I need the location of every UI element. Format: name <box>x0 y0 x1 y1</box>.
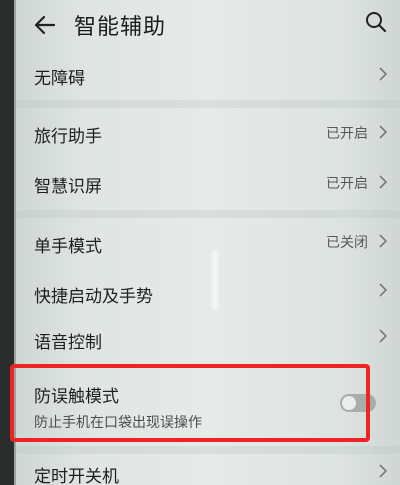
setting-item-label: 旅行助手 <box>34 127 102 147</box>
chevron-right-icon <box>379 464 388 478</box>
chevron-right-icon <box>379 329 388 343</box>
setting-item-accessibility[interactable]: 无障碍 <box>16 56 400 96</box>
section-divider <box>16 100 400 108</box>
chevron-right-icon <box>379 125 388 139</box>
setting-item-status: 已开启 <box>326 176 368 192</box>
section-divider <box>16 210 400 218</box>
app-header: 智能辅助 <box>16 0 400 54</box>
setting-item-label: 单手模式 <box>34 237 102 257</box>
setting-item-label: 定时开关机 <box>34 467 119 485</box>
arrow-left-icon[interactable] <box>32 12 58 38</box>
setting-item-label: 智慧识屏 <box>34 177 102 197</box>
page-title: 智能辅助 <box>74 15 167 40</box>
setting-item-voice-control[interactable]: 语音控制 <box>16 318 400 362</box>
setting-item-label: 语音控制 <box>34 333 102 353</box>
screen-glare <box>212 250 218 310</box>
chevron-right-icon <box>379 283 388 297</box>
setting-item-status: 已关闭 <box>326 235 368 251</box>
chevron-right-icon <box>379 234 388 248</box>
setting-item-quick-launch-gestures[interactable]: 快捷启动及手势 <box>16 270 400 314</box>
highlight-annotation-box <box>10 364 370 442</box>
setting-item-label: 快捷启动及手势 <box>34 287 153 307</box>
chevron-right-icon <box>379 175 388 189</box>
setting-item-smart-screen-recognition[interactable]: 智慧识屏 已开启 <box>16 158 400 202</box>
chevron-right-icon <box>379 67 388 81</box>
search-icon[interactable] <box>364 10 388 34</box>
setting-item-label: 无障碍 <box>34 69 85 89</box>
setting-item-status: 已开启 <box>326 126 368 142</box>
setting-item-one-handed-mode[interactable]: 单手模式 已关闭 <box>16 220 400 264</box>
setting-item-travel-assistant[interactable]: 旅行助手 已开启 <box>16 110 400 154</box>
setting-item-scheduled-power[interactable]: 定时开关机 <box>16 454 400 485</box>
section-divider <box>16 446 400 454</box>
